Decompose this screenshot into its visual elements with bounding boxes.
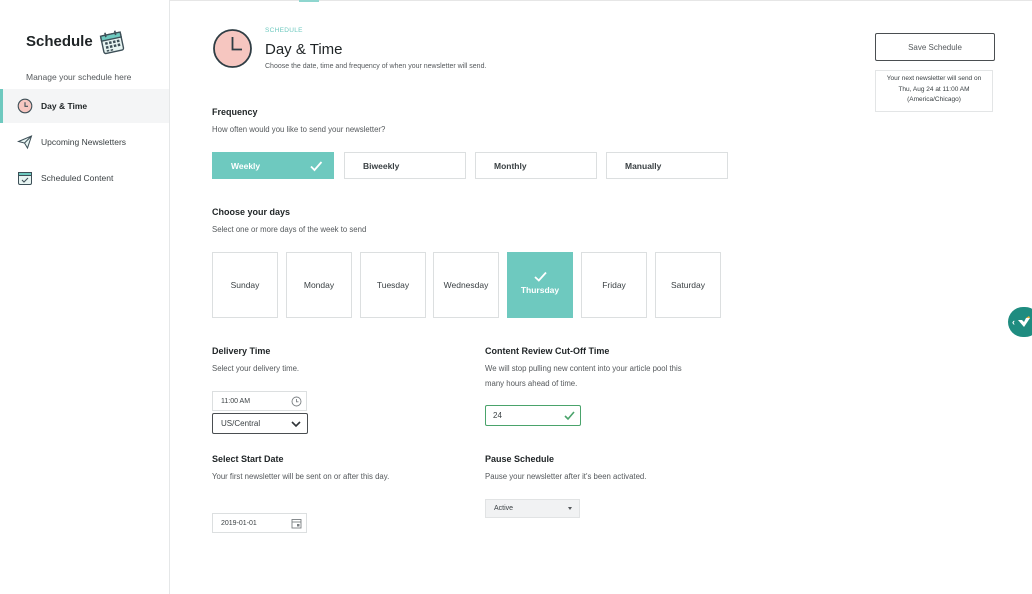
page-description: Choose the date, time and frequency of w… <box>265 63 487 70</box>
pause-description: Pause your newsletter after it's been ac… <box>485 472 647 481</box>
frequency-description: How often would you like to send your ne… <box>212 125 386 134</box>
caret-down-icon <box>568 507 572 510</box>
day-option-saturday[interactable]: Saturday <box>655 252 721 318</box>
start-date-value: 2019-01-01 <box>221 519 257 527</box>
days-title: Choose your days <box>212 207 291 217</box>
start-date-title: Select Start Date <box>212 454 284 464</box>
checkmark-icon <box>564 411 575 421</box>
sidebar-subtitle: Manage your schedule here <box>26 72 132 82</box>
sidebar-item-label: Scheduled Content <box>41 173 114 183</box>
frequency-option-label: Biweekly <box>363 160 400 171</box>
days-description: Select one or more days of the week to s… <box>212 225 367 234</box>
sidebar: Schedule Manage your schedule here Day &… <box>0 0 170 594</box>
start-date-description: Your first newsletter will be sent on or… <box>212 472 390 481</box>
day-option-friday[interactable]: Friday <box>581 252 647 318</box>
delivery-time-value: 11:00 AM <box>221 397 251 405</box>
frequency-option-label: Monthly <box>494 160 527 171</box>
clock-icon[interactable] <box>291 396 302 407</box>
cutoff-hours-value: 24 <box>493 411 502 420</box>
sidebar-title: Schedule <box>26 33 93 50</box>
cutoff-title: Content Review Cut-Off Time <box>485 346 610 356</box>
day-label: Saturday <box>670 280 706 290</box>
day-label: Thursday <box>520 285 560 295</box>
clock-icon <box>16 97 34 115</box>
sidebar-item-upcoming-newsletters[interactable]: Upcoming Newsletters <box>0 125 169 159</box>
delivery-time-input[interactable]: 11:00 AM <box>212 391 307 411</box>
day-option-wednesday[interactable]: Wednesday <box>433 252 499 318</box>
day-option-monday[interactable]: Monday <box>286 252 352 318</box>
cutoff-hours-input[interactable]: 24 <box>485 405 581 426</box>
pause-title: Pause Schedule <box>485 454 555 464</box>
sidebar-item-day-time[interactable]: Day & Time <box>0 89 169 123</box>
cutoff-description: We will stop pulling new content into yo… <box>485 364 682 388</box>
day-label: Monday <box>303 280 335 290</box>
pause-select[interactable]: Active <box>485 499 580 518</box>
next-send-info: Your next newsletter will send on Thu, A… <box>875 70 993 112</box>
delivery-title: Delivery Time <box>212 346 271 356</box>
save-schedule-button[interactable]: Save Schedule <box>875 33 995 61</box>
delivery-description: Select your delivery time. <box>212 364 300 373</box>
chevron-left-icon: ‹ <box>1012 317 1015 327</box>
page-title: Day & Time <box>265 41 343 58</box>
help-widget[interactable]: ‹ <box>1008 307 1032 337</box>
day-label: Tuesday <box>376 280 410 290</box>
frequency-option-biweekly[interactable]: Biweekly <box>344 152 466 179</box>
logo-icon <box>1018 316 1030 327</box>
sidebar-item-label: Upcoming Newsletters <box>41 137 127 147</box>
start-date-input[interactable]: 2019-01-01 <box>212 513 307 533</box>
frequency-option-monthly[interactable]: Monthly <box>475 152 597 179</box>
day-label: Friday <box>602 280 626 290</box>
timezone-select[interactable]: US/Central <box>212 413 308 434</box>
paper-plane-icon <box>16 133 34 151</box>
sidebar-item-label: Day & Time <box>41 101 88 111</box>
frequency-option-label: Manually <box>625 160 662 171</box>
day-option-sunday[interactable]: Sunday <box>212 252 278 318</box>
day-option-tuesday[interactable]: Tuesday <box>360 252 426 318</box>
chevron-down-icon <box>291 421 301 428</box>
frequency-option-label: Weekly <box>231 160 261 171</box>
timezone-value: US/Central <box>221 419 261 428</box>
frequency-option-manually[interactable]: Manually <box>606 152 728 179</box>
top-accent <box>299 0 319 2</box>
checkmark-icon <box>310 161 323 172</box>
day-label: Wednesday <box>443 280 489 290</box>
sidebar-item-scheduled-content[interactable]: Scheduled Content <box>0 161 169 195</box>
day-label: Sunday <box>230 280 260 290</box>
calendar-icon <box>99 30 125 55</box>
calendar-icon[interactable] <box>291 518 302 529</box>
clock-icon <box>213 29 252 68</box>
day-option-thursday[interactable]: Thursday <box>507 252 573 318</box>
frequency-title: Frequency <box>212 107 258 117</box>
section-label: SCHEDULE <box>265 27 303 34</box>
checkmark-icon <box>534 271 547 282</box>
frequency-option-weekly[interactable]: Weekly <box>212 152 334 179</box>
pause-value: Active <box>494 505 514 512</box>
calendar-check-icon <box>16 169 34 187</box>
